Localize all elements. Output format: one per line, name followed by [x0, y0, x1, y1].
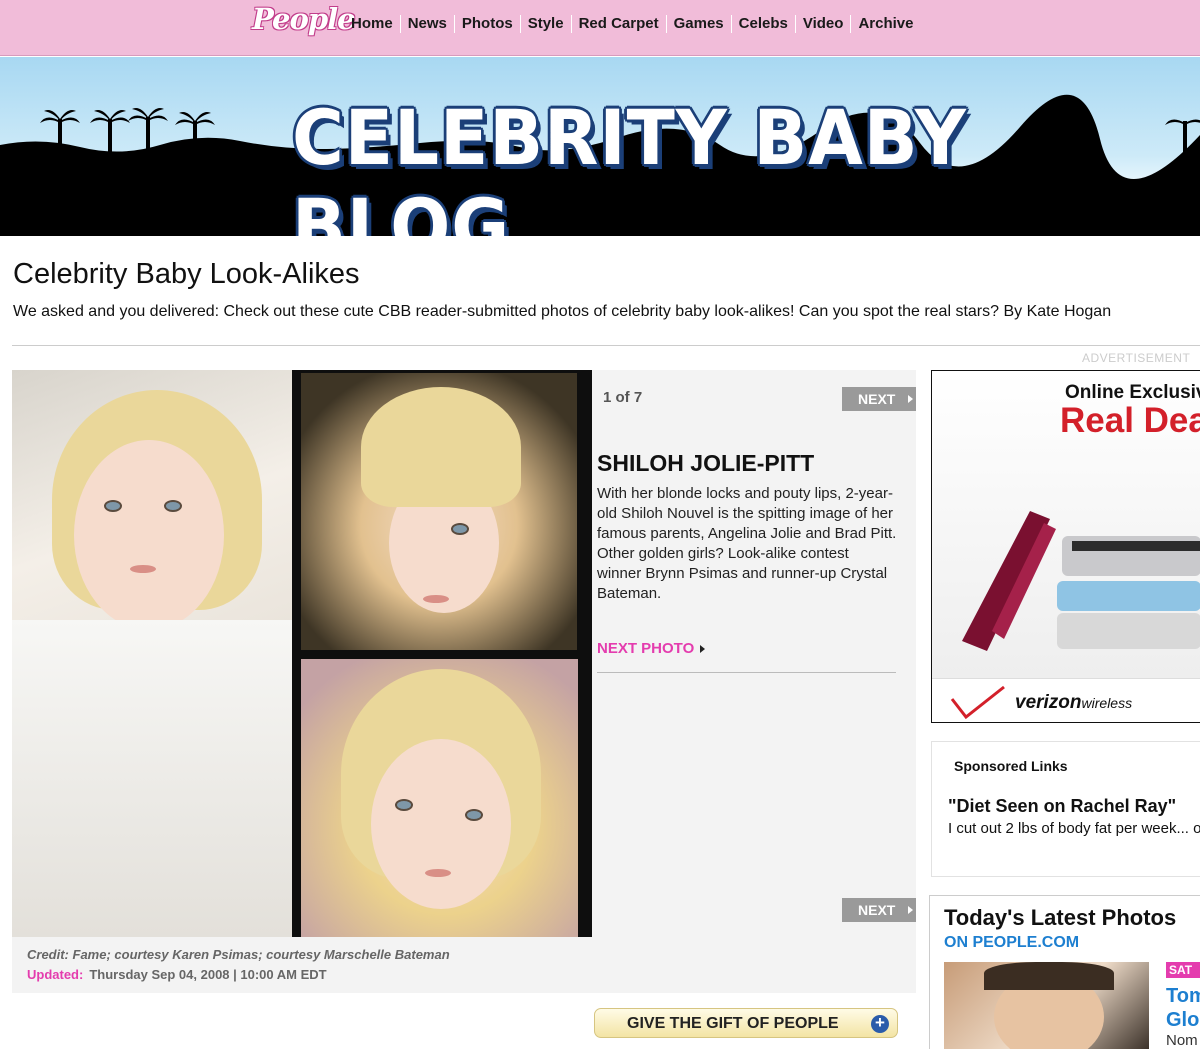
photo-crystal [301, 659, 578, 937]
advertisement-label: ADVERTISEMENT [1082, 351, 1191, 365]
divider [12, 345, 1200, 346]
photo-brynn [301, 373, 577, 650]
photo-shiloh [12, 370, 292, 937]
caption-divider [597, 672, 896, 673]
nav-link-style[interactable]: Style [521, 15, 572, 33]
gallery-photo[interactable] [12, 370, 592, 937]
sponsored-links: Sponsored Links "Diet Seen on Rachel Ray… [931, 741, 1200, 877]
top-nav: People Home News Photos Style Red Carpet… [0, 0, 1200, 56]
nav-link-games[interactable]: Games [667, 15, 732, 33]
verizon-ad[interactable]: Online Exclusive Real Deal verizonwirele… [931, 370, 1200, 723]
next-label: NEXT [858, 391, 896, 407]
banner-title: CELEBRITY BABY BLOG [292, 93, 967, 236]
nav-link-video[interactable]: Video [796, 15, 852, 33]
sponsored-headline[interactable]: "Diet Seen on Rachel Ray" [948, 796, 1176, 817]
plus-icon: + [871, 1014, 889, 1033]
sponsored-title: Sponsored Links [954, 758, 1068, 774]
latest-photo-text: Nom [1166, 1032, 1198, 1049]
latest-photos-title: Today's Latest Photos [944, 905, 1177, 930]
next-button-top[interactable]: NEXT [842, 387, 916, 411]
next-button-bottom[interactable]: NEXT [842, 898, 916, 922]
nav-link-red-carpet[interactable]: Red Carpet [572, 15, 667, 33]
nav-link-news[interactable]: News [401, 15, 455, 33]
nav-link-celebs[interactable]: Celebs [732, 15, 796, 33]
blog-banner[interactable]: CELEBRITY BABY BLOG [0, 57, 1200, 236]
nav-link-photos[interactable]: Photos [455, 15, 521, 33]
latest-photos-subtitle[interactable]: ON PEOPLE.COM [944, 934, 1079, 952]
updated-label: Updated: [27, 967, 84, 982]
latest-photo-link[interactable]: Tom Glo [1166, 984, 1200, 1032]
ad-subheadline: Real Deal [1060, 401, 1200, 440]
updated-value: Thursday Sep 04, 2008 | 10:00 AM EDT [89, 967, 327, 982]
next-photo-link[interactable]: NEXT PHOTO [597, 640, 706, 657]
page-title: Celebrity Baby Look-Alikes [13, 258, 360, 290]
people-logo[interactable]: People [252, 2, 356, 36]
triangle-right-icon [700, 645, 706, 654]
next-photo-label: NEXT PHOTO [597, 640, 695, 657]
photo-gallery: 1 of 7 NEXT SHILOH JOLIE-PITT With her b… [12, 370, 916, 993]
phones-illustration [962, 511, 1200, 651]
triangle-right-icon [908, 906, 913, 914]
latest-photo-thumbnail[interactable] [944, 962, 1149, 1049]
nav-link-archive[interactable]: Archive [851, 15, 920, 33]
slide-counter: 1 of 7 [603, 389, 643, 406]
next-label: NEXT [858, 902, 896, 918]
checkmark-icon [950, 685, 1005, 720]
slide-title: SHILOH JOLIE-PITT [597, 450, 815, 476]
verizon-suffix: wireless [1081, 695, 1133, 711]
give-gift-button[interactable]: GIVE THE GIFT OF PEOPLE + [594, 1008, 898, 1038]
updated-timestamp: Updated: Thursday Sep 04, 2008 | 10:00 AM… [27, 967, 327, 982]
article-intro: We asked and you delivered: Check out th… [13, 303, 1112, 320]
verizon-brand: verizon [1015, 692, 1082, 713]
give-gift-label: GIVE THE GIFT OF PEOPLE [627, 1015, 839, 1032]
triangle-right-icon [908, 395, 913, 403]
sponsored-text: I cut out 2 lbs of body fat per week... … [948, 820, 1200, 837]
ad-footer: verizonwireless [932, 678, 1200, 722]
photo-credit: Credit: Fame; courtesy Karen Psimas; cou… [27, 947, 450, 962]
day-badge: SAT [1166, 962, 1200, 978]
nav-links: Home News Photos Style Red Carpet Games … [344, 15, 920, 33]
latest-photos: Today's Latest Photos ON PEOPLE.COM SAT … [929, 895, 1200, 1049]
verizon-logo: verizonwireless [1015, 692, 1132, 714]
slide-caption: With her blonde locks and pouty lips, 2-… [597, 485, 897, 602]
nav-link-home[interactable]: Home [344, 15, 401, 33]
